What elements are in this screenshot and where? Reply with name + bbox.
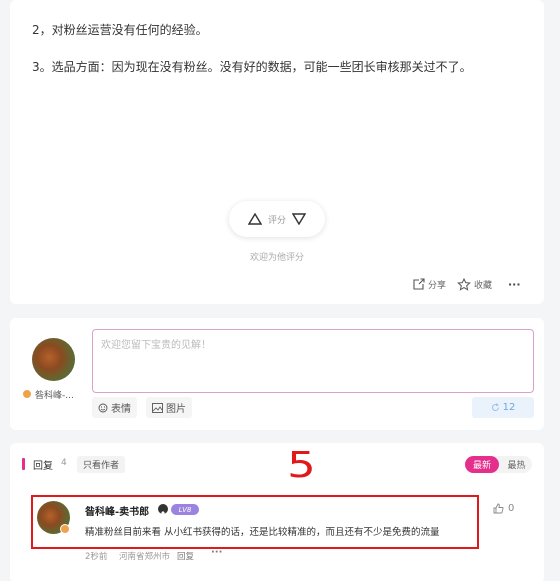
star-icon: [457, 278, 471, 291]
sort-toggle: 最新 最热: [465, 456, 532, 473]
sort-latest-button[interactable]: 最新: [465, 456, 499, 473]
downvote-button[interactable]: [292, 213, 306, 225]
share-label: 分享: [428, 281, 447, 291]
user-badge-icon: [22, 389, 32, 399]
reply-location: 河南省郑州市: [119, 552, 171, 562]
comment-composer: 昝科峰-... 欢迎您留下宝贵的见解！ 表情 图片 12: [10, 318, 544, 430]
sort-hot-button[interactable]: 最热: [501, 456, 532, 473]
comment-placeholder: 欢迎您留下宝贵的见解！: [101, 340, 211, 351]
refresh-icon: [491, 403, 499, 411]
replies-title: 回复: [33, 461, 53, 472]
upvote-button[interactable]: [247, 213, 262, 225]
emoji-button[interactable]: 表情: [92, 397, 137, 418]
current-username: 昝科峰-...: [35, 391, 74, 401]
image-label: 图片: [166, 404, 186, 415]
vote-hint: 欢迎为他评分: [249, 253, 304, 263]
replies-section: 回复 4 只看作者 5 最新 最热 昝科峰-卖书郎 LV8 精准粉丝目前来看 从…: [10, 443, 544, 581]
share-button[interactable]: 分享: [412, 278, 446, 291]
share-icon: [413, 278, 425, 290]
vote-pill: 评分: [229, 201, 325, 237]
image-icon: [152, 402, 163, 413]
answer-paragraph-3: 3。选品方面：因为现在没有粉丝。没有好的数据，可能一些团长审核那关过不了。: [32, 60, 472, 74]
replies-count: 4: [61, 458, 67, 468]
vote-label: 评分: [267, 215, 286, 226]
image-button[interactable]: 图片: [146, 397, 192, 418]
answer-paragraph-2: 2，对粉丝运营没有任何的经验。: [32, 23, 208, 37]
avatar: [32, 338, 75, 381]
answer-card: 2，对粉丝运营没有任何的经验。 3。选品方面：因为现在没有粉丝。没有好的数据，可…: [10, 0, 544, 304]
author-only-button[interactable]: 只看作者: [77, 456, 126, 473]
triangle-down-icon: [292, 213, 306, 225]
section-accent-bar: [22, 458, 25, 470]
reply-time: 2秒前: [85, 552, 108, 562]
thumbs-up-icon: [493, 503, 504, 514]
like-button[interactable]: 0: [493, 503, 514, 514]
triangle-up-icon: [247, 213, 262, 225]
emoji-label: 表情: [111, 404, 131, 415]
highlight-box: [31, 495, 479, 549]
comment-input[interactable]: 欢迎您留下宝贵的见解！: [92, 329, 534, 393]
reply-more-button[interactable]: ···: [211, 547, 222, 558]
handwritten-annotation: 5: [287, 445, 316, 486]
more-options-button[interactable]: ···: [508, 278, 521, 291]
like-count: 0: [508, 503, 515, 514]
collect-label: 收藏: [474, 281, 493, 291]
smiley-icon: [98, 403, 108, 412]
submit-count: 12: [502, 402, 516, 413]
submit-button[interactable]: 12: [472, 397, 534, 418]
reply-button[interactable]: 回复: [177, 550, 194, 562]
collect-button[interactable]: 收藏: [457, 278, 492, 291]
